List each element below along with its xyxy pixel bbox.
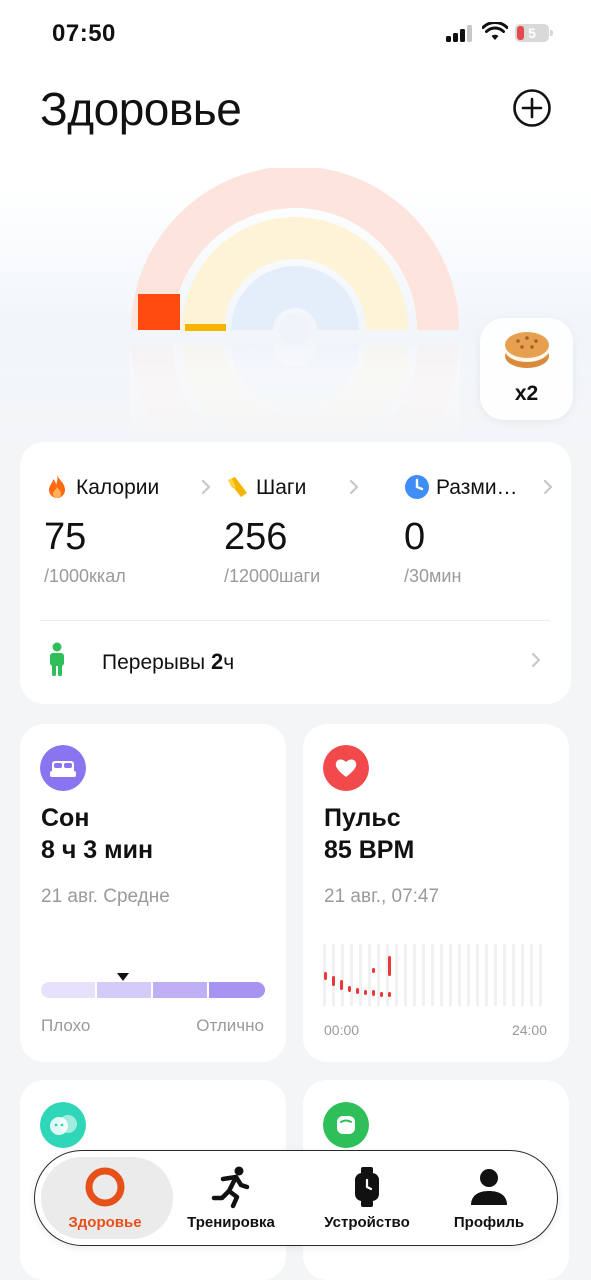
oxygen-icon [323, 1102, 369, 1148]
calories-label: Калории [76, 476, 160, 499]
battery-icon: 5 [515, 24, 553, 42]
breaks-value: 2 [211, 649, 224, 674]
running-person-icon [211, 1166, 250, 1209]
pulse-title: Пульс [324, 804, 401, 832]
sleep-level-marker [117, 973, 129, 981]
divider [40, 620, 550, 621]
warmup-label: Разми… [436, 476, 518, 499]
sleep-segment-4 [209, 982, 265, 998]
steps-value: 256 [224, 516, 288, 558]
tab-workout-label: Тренировка [187, 1214, 275, 1231]
health-ring-icon [85, 1167, 125, 1207]
sleep-title: Сон [41, 804, 90, 832]
tab-bar: Здоровье Тренировка Устройство Профиль [34, 1150, 558, 1246]
sleep-high-label: Отлично [196, 1016, 264, 1035]
pulse-value: 85 BPM [324, 836, 415, 864]
pulse-chart [323, 944, 542, 1006]
pulse-date: 21 авг., 07:47 [324, 886, 440, 907]
pulse-x-start: 00:00 [324, 1022, 360, 1038]
tab-workout[interactable]: Тренировка [161, 1151, 301, 1247]
sleep-card[interactable]: Сон 8 ч 3 мин 21 авг. Средне Плохо Отлич… [20, 724, 286, 1062]
pulse-x-end: 24:00 [511, 1022, 547, 1038]
standing-person-icon [50, 642, 64, 676]
breaks-label: Перерывы [102, 651, 206, 674]
smartwatch-icon [355, 1167, 379, 1207]
heart-icon [323, 745, 369, 791]
cookie-reward-card[interactable]: x2 [480, 318, 573, 420]
calories-goal: /1000ккал [44, 566, 126, 586]
status-time: 07:50 [52, 20, 116, 47]
steps-label: Шаги [256, 476, 307, 499]
tab-health-label: Здоровье [68, 1214, 142, 1231]
steps-progress [185, 324, 226, 331]
sleep-segment-2 [97, 982, 151, 998]
sleep-segment-1 [41, 982, 95, 998]
chevron-right-icon [531, 652, 541, 668]
calories-progress [138, 294, 180, 330]
tab-profile[interactable]: Профиль [419, 1151, 559, 1247]
activity-rings[interactable] [130, 168, 460, 438]
chevron-right-icon [201, 479, 211, 495]
bed-icon [40, 745, 86, 791]
tab-device-label: Устройство [324, 1214, 410, 1231]
calories-value: 75 [44, 516, 87, 558]
page-title: Здоровье [40, 83, 242, 135]
cookie-count: x2 [514, 382, 539, 405]
warmup-metric[interactable]: Разми… 0 /30мин [404, 472, 574, 586]
steps-metric[interactable]: Шаги 256 /12000шаги [224, 472, 394, 586]
tab-device[interactable]: Устройство [297, 1151, 437, 1247]
flame-icon [49, 475, 65, 498]
add-button[interactable] [512, 88, 552, 128]
profile-person-icon [471, 1169, 507, 1205]
tab-health[interactable]: Здоровье [35, 1151, 175, 1247]
shoe-icon [228, 477, 247, 497]
status-bar: 07:50 5 [0, 0, 591, 66]
steps-goal: /12000шаги [224, 566, 321, 586]
breaks-unit: ч [223, 651, 235, 674]
wifi-icon [482, 22, 508, 40]
calories-metric[interactable]: Калории 75 /1000ккал [44, 472, 214, 586]
sleep-low-label: Плохо [41, 1016, 91, 1035]
sleep-segment-3 [153, 982, 207, 998]
chevron-right-icon [349, 479, 359, 495]
warmup-value: 0 [404, 516, 426, 558]
activity-summary-card: Калории 75 /1000ккал Шаги 256 /12000шаги… [20, 442, 571, 704]
breaks-row[interactable]: Перерывы 2ч [40, 632, 551, 688]
clock-icon [405, 475, 429, 499]
sleep-date: 21 авг. Средне [41, 886, 170, 907]
cookie-icon [505, 332, 549, 368]
tab-profile-label: Профиль [453, 1214, 525, 1231]
battery-level: 5 [528, 25, 536, 41]
sleep-value: 8 ч 3 мин [41, 836, 154, 864]
stress-face-icon [40, 1102, 86, 1148]
warmup-goal: /30мин [404, 566, 462, 586]
sleep-quality-bar [41, 982, 265, 998]
pulse-card[interactable]: Пульс 85 BPM 21 авг., 07:47 00:00 24:00 [303, 724, 569, 1062]
cellular-signal-icon [446, 24, 476, 42]
chevron-right-icon [543, 479, 553, 495]
